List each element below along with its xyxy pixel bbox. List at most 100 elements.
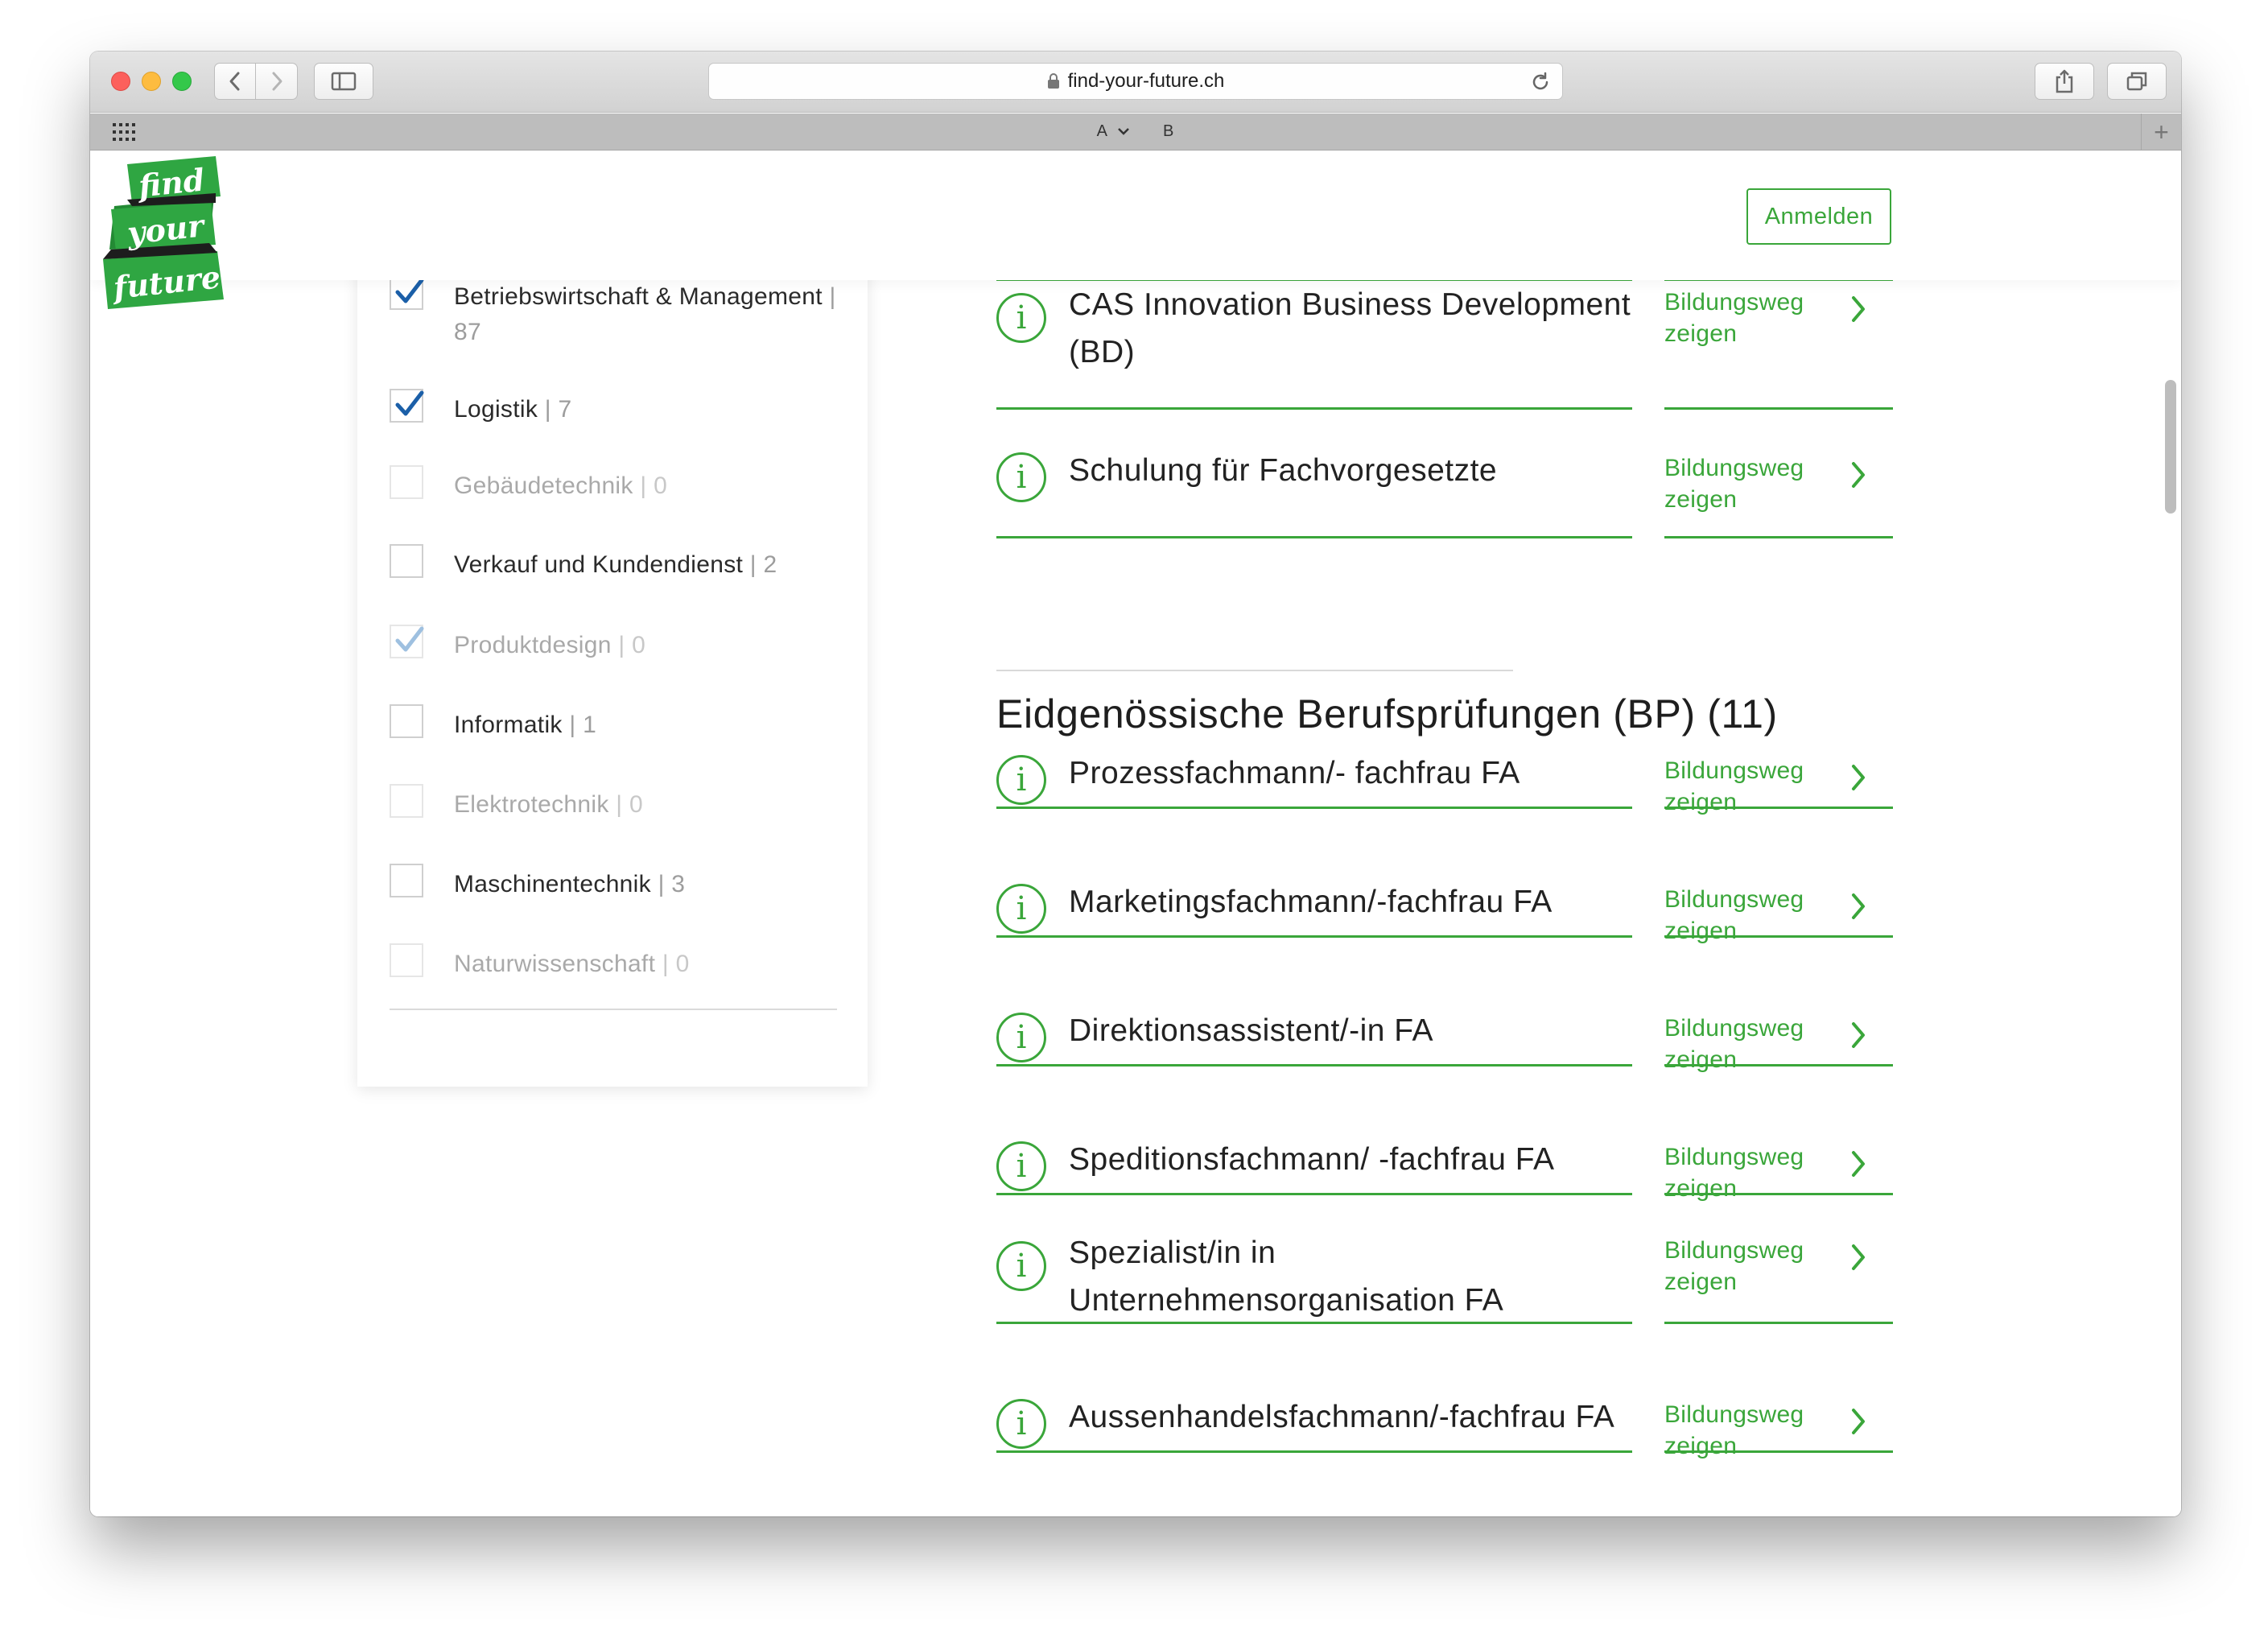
filter-label: Informatik | 1 [454, 708, 848, 743]
chevron-right-icon[interactable] [1849, 295, 1867, 328]
show-education-path-link[interactable]: Bildungsweg zeigen [1664, 287, 1817, 349]
filter-checkbox[interactable] [390, 544, 423, 578]
row-divider [996, 407, 1632, 410]
filter-label-text: Elektrotechnik [454, 791, 609, 818]
result-title[interactable]: Direktionsassistent/-in FA [1069, 1008, 1632, 1055]
row-divider [996, 1322, 1632, 1324]
row-divider [1664, 1322, 1893, 1324]
result-title[interactable]: Schulung für Fachvorgesetzte [1069, 448, 1632, 495]
filter-label-text: Verkauf und Kundendienst [454, 551, 744, 578]
chevron-right-icon[interactable] [1849, 763, 1867, 796]
reload-icon[interactable] [1530, 72, 1551, 93]
logo-text-find: find [134, 161, 206, 204]
filter-count: | 1 [569, 712, 597, 738]
page-scrollbar[interactable] [2165, 380, 2176, 514]
filter-label: Logistik | 7 [454, 392, 848, 427]
filter-checkbox[interactable] [390, 276, 424, 310]
tab-titles: A B [90, 122, 2181, 141]
info-icon[interactable]: i [996, 452, 1046, 502]
chevron-right-icon[interactable] [1849, 460, 1867, 493]
plus-icon: + [2154, 117, 2169, 146]
filter-label-text: Gebäudetechnik [454, 472, 633, 499]
close-window-button[interactable] [111, 72, 130, 91]
row-divider [1664, 807, 1893, 809]
new-tab-button[interactable]: + [2141, 113, 2181, 151]
row-divider [996, 1193, 1632, 1195]
filter-label: Betriebswirtschaft & Management | 87 [454, 279, 848, 349]
chevron-right-icon[interactable] [1849, 1407, 1867, 1440]
chevron-right-icon[interactable] [1849, 1021, 1867, 1054]
filter-label: Verkauf und Kundendienst | 2 [454, 547, 848, 583]
filter-checkbox[interactable] [390, 389, 424, 423]
find-your-future-logo[interactable]: find your future [103, 156, 227, 318]
row-divider [1664, 1450, 1893, 1453]
filter-checkbox[interactable] [390, 943, 423, 977]
tab-b-label[interactable]: B [1163, 122, 1174, 140]
show-education-path-link[interactable]: Bildungsweg zeigen [1664, 452, 1817, 515]
tab-bar: A B + [90, 113, 2181, 151]
result-title[interactable]: CAS Innovation Business Development (BD) [1069, 282, 1632, 376]
section-title: Eidgenössische Berufsprüfungen (BP) (11) [996, 691, 1778, 736]
login-button[interactable]: Anmelden [1746, 188, 1891, 245]
tab-a-label[interactable]: A [1097, 122, 1107, 140]
filter-count: | 0 [616, 791, 643, 818]
filter-checkbox[interactable] [390, 625, 424, 658]
share-button[interactable] [2035, 63, 2094, 100]
filter-label: Naturwissenschaft | 0 [454, 947, 848, 982]
history-navigation [214, 63, 298, 100]
filter-panel: Betriebswirtschaft & Management | 87 Logi… [357, 232, 868, 1087]
result-title[interactable]: Aussenhandelsfachmann/-fachfrau FA [1069, 1394, 1632, 1442]
row-divider [996, 1450, 1632, 1453]
chevron-right-icon[interactable] [1849, 892, 1867, 925]
address-bar[interactable]: find-your-future.ch [708, 63, 1563, 100]
info-icon[interactable]: i [996, 1141, 1046, 1191]
filter-label: Gebäudetechnik | 0 [454, 468, 848, 504]
chevron-down-icon[interactable] [1117, 126, 1130, 136]
filter-label-text: Informatik [454, 712, 563, 738]
row-divider [1664, 407, 1893, 410]
filter-checkbox[interactable] [390, 864, 423, 897]
minimize-window-button[interactable] [142, 72, 161, 91]
info-icon[interactable]: i [996, 1013, 1046, 1062]
filter-count: | 0 [640, 472, 668, 499]
info-icon[interactable]: i [996, 1399, 1046, 1449]
filter-checkbox[interactable] [390, 465, 423, 499]
row-divider [1664, 1193, 1893, 1195]
result-title[interactable]: Prozessfachmann/- fachfrau FA [1069, 750, 1632, 798]
checkmark-icon [395, 278, 424, 303]
show-education-path-link[interactable]: Bildungsweg zeigen [1664, 1235, 1817, 1298]
filter-checkbox[interactable] [390, 704, 423, 738]
result-title[interactable]: Spezialist/in in Unternehmensorganisatio… [1069, 1230, 1632, 1324]
info-icon[interactable]: i [996, 884, 1046, 934]
info-icon[interactable]: i [996, 1241, 1046, 1291]
chevron-right-icon[interactable] [1849, 1149, 1867, 1182]
browser-window: find-your-future.ch A B + find your futu… [90, 52, 2181, 1516]
sidebar-toggle-button[interactable] [314, 63, 373, 100]
tabs-overview-button[interactable] [2107, 63, 2167, 100]
info-icon[interactable]: i [996, 755, 1046, 805]
row-divider [1664, 536, 1893, 538]
row-divider [996, 935, 1632, 938]
row-divider [1664, 1064, 1893, 1066]
result-title[interactable]: Speditionsfachmann/ -fachfrau FA [1069, 1137, 1632, 1184]
filter-label: Elektrotechnik | 0 [454, 787, 848, 823]
filter-checkbox[interactable] [390, 784, 423, 818]
filter-label-text: Maschinentechnik [454, 871, 651, 897]
logo-graphic: find your future [103, 156, 224, 309]
filter-panel-divider [390, 1009, 837, 1010]
page-content: find your future Anmelden Betriebswirtsc… [90, 151, 2181, 1516]
chevron-right-icon[interactable] [1849, 1243, 1867, 1276]
filter-count: | 3 [658, 871, 686, 897]
result-title[interactable]: Marketingsfachmann/-fachfrau FA [1069, 879, 1632, 926]
chevron-right-icon [272, 72, 282, 91]
forward-button[interactable] [256, 63, 298, 100]
filter-label-text: Betriebswirtschaft & Management [454, 283, 823, 310]
info-icon[interactable]: i [996, 293, 1046, 343]
zoom-window-button[interactable] [172, 72, 192, 91]
filter-count: | 0 [662, 951, 690, 977]
section-separator [996, 670, 1513, 671]
row-divider [1664, 935, 1893, 938]
back-button[interactable] [214, 63, 256, 100]
filter-label-text: Produktdesign [454, 632, 612, 658]
site-header: find your future Anmelden [90, 151, 2181, 309]
